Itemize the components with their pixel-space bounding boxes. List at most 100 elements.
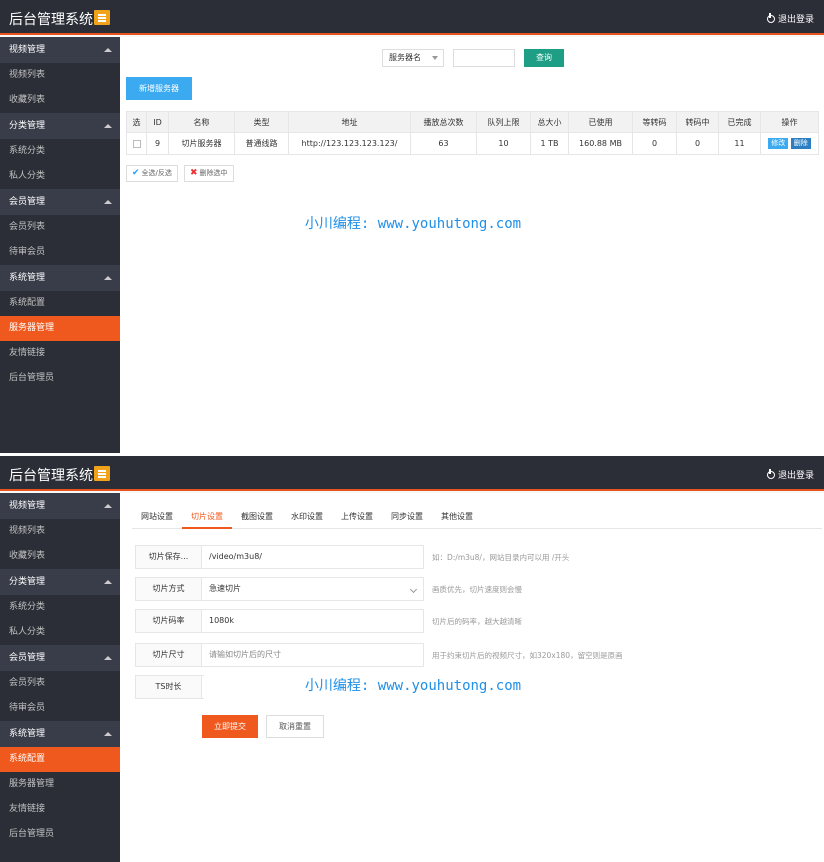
close-icon: ✖ [190,168,198,178]
select-all-label: 全选/反选 [141,169,172,177]
sidebar-item-system-config[interactable]: 系统配置 [0,747,120,772]
sidebar-item-system-category[interactable]: 系统分类 [0,139,120,164]
edit-button[interactable]: 修改 [768,138,789,149]
settings-tabs: 网站设置 切片设置 截图设置 水印设置 上传设置 同步设置 其他设置 [132,505,822,529]
sidebar-group-video[interactable]: 视频管理 [0,37,120,63]
tab-other-settings[interactable]: 其他设置 [432,505,482,529]
cell-id: 9 [146,132,169,155]
tab-screenshot-settings[interactable]: 截图设置 [232,505,282,529]
delete-button[interactable]: 删除 [790,138,811,149]
caret-up-icon [104,656,112,660]
logout-label: 退出登录 [777,471,814,481]
sidebar-item-member-list[interactable]: 会员列表 [0,215,120,240]
top-bar: 后台管理系统 退出登录 [0,456,824,491]
sidebar-item-friend-links[interactable]: 友情链接 [0,341,120,366]
menu-toggle-icon[interactable] [94,10,110,25]
sidebar: 视频管理 视频列表 收藏列表 分类管理 系统分类 私人分类 会员管理 会员列表 … [0,493,120,862]
form-row-slice-mode: 切片方式 急速切片 画质优先，切片速度则会慢 [135,577,522,601]
sidebar-group-label: 会员管理 [9,653,46,663]
cell-actions: 修改 删除 [760,132,819,155]
sidebar-group-video[interactable]: 视频管理 [0,493,120,519]
cell-converting: 0 [676,132,719,155]
cell-queue: 10 [476,132,531,155]
submit-button[interactable]: 立即提交 [202,715,258,738]
logout-label: 退出登录 [777,15,814,25]
power-icon [766,468,775,479]
caret-up-icon [104,504,112,508]
caret-up-icon [104,200,112,204]
reset-button[interactable]: 取消重置 [266,715,324,738]
sidebar-group-label: 会员管理 [9,197,46,207]
sidebar-item-pending-members[interactable]: 待审会员 [0,696,120,721]
sidebar-item-member-list[interactable]: 会员列表 [0,671,120,696]
sidebar-group-system[interactable]: 系统管理 [0,721,120,747]
cell-name: 切片服务器 [168,132,235,155]
sidebar-item-server-management[interactable]: 服务器管理 [0,316,120,341]
field-label: 切片方式 [135,577,202,601]
tab-slice-settings[interactable]: 切片设置 [182,505,232,529]
delete-selected-button[interactable]: ✖ 删除选中 [184,165,234,182]
col-header: 已使用 [568,111,633,133]
select-value: 急速切片 [209,584,241,593]
col-header: 名称 [168,111,235,133]
col-header: 总大小 [530,111,569,133]
logout-button[interactable]: 退出登录 [766,468,814,481]
menu-toggle-icon[interactable] [94,466,110,481]
field-label: 切片尺寸 [135,643,202,667]
sidebar-item-private-category[interactable]: 私人分类 [0,164,120,189]
bitrate-input[interactable]: 1080k [202,609,424,633]
sidebar-item-pending-members[interactable]: 待审会员 [0,240,120,265]
select-value: 服务器名 [389,53,421,62]
power-icon [766,12,775,23]
select-all-button[interactable]: ✔ 全选/反选 [126,165,178,182]
sidebar-item-friend-links[interactable]: 友情链接 [0,797,120,822]
slice-mode-select[interactable]: 急速切片 [202,577,424,601]
size-input[interactable]: 请输如切片后的尺寸 [202,643,424,667]
sidebar-item-admins[interactable]: 后台管理员 [0,822,120,847]
server-table: 选 ID 名称 类型 地址 播放总次数 队列上限 总大小 已使用 等转码 转码中… [126,111,819,155]
tab-site-settings[interactable]: 网站设置 [132,505,182,529]
sidebar-item-favorites[interactable]: 收藏列表 [0,544,120,569]
col-header: 类型 [234,111,289,133]
sidebar-item-private-category[interactable]: 私人分类 [0,620,120,645]
cell-waiting: 0 [632,132,677,155]
sidebar-item-system-category[interactable]: 系统分类 [0,595,120,620]
col-header: 转码中 [676,111,719,133]
caret-up-icon [104,124,112,128]
sidebar-item-admins[interactable]: 后台管理员 [0,366,120,391]
tab-watermark-settings[interactable]: 水印设置 [282,505,332,529]
sidebar-item-system-config[interactable]: 系统配置 [0,291,120,316]
sidebar-group-members[interactable]: 会员管理 [0,189,120,215]
chevron-down-icon [409,585,418,594]
main-content: 服务器名 查询 新增服务器 选 ID 名称 类型 地址 播放总次数 队列上限 总… [120,37,824,453]
save-path-input[interactable]: /video/m3u8/ [202,545,424,569]
row-checkbox[interactable] [132,139,141,148]
add-server-button[interactable]: 新增服务器 [126,77,192,100]
field-hint: 画质优先，切片速度则会慢 [432,584,522,594]
sidebar-group-members[interactable]: 会员管理 [0,645,120,671]
sidebar-item-video-list[interactable]: 视频列表 [0,63,120,88]
query-button[interactable]: 查询 [524,49,564,67]
tab-upload-settings[interactable]: 上传设置 [332,505,382,529]
cell-address: http://123.123.123.123/ [288,132,411,155]
chevron-down-icon [432,56,438,60]
check-icon: ✔ [132,168,140,178]
caret-up-icon [104,732,112,736]
search-input[interactable] [453,49,515,67]
form-row-bitrate: 切片码率 1080k 切片后的码率，越大越清晰 [135,609,522,633]
watermark-text: 小川编程: www.youhutong.com [204,211,622,237]
sidebar-group-label: 视频管理 [9,45,46,55]
system-config-screen: 后台管理系统 退出登录 视频管理 视频列表 收藏列表 分类管理 系统分类 私人分… [0,456,824,862]
sidebar-group-system[interactable]: 系统管理 [0,265,120,291]
sidebar-item-favorites[interactable]: 收藏列表 [0,88,120,113]
sidebar-item-video-list[interactable]: 视频列表 [0,519,120,544]
logout-button[interactable]: 退出登录 [766,12,814,25]
field-label: 切片保存... [135,545,202,569]
sidebar-item-server-management[interactable]: 服务器管理 [0,772,120,797]
sidebar: 视频管理 视频列表 收藏列表 分类管理 系统分类 私人分类 会员管理 会员列表 … [0,37,120,453]
search-field-select[interactable]: 服务器名 [382,49,444,67]
tab-sync-settings[interactable]: 同步设置 [382,505,432,529]
sidebar-group-label: 视频管理 [9,501,46,511]
sidebar-group-category[interactable]: 分类管理 [0,113,120,139]
sidebar-group-category[interactable]: 分类管理 [0,569,120,595]
